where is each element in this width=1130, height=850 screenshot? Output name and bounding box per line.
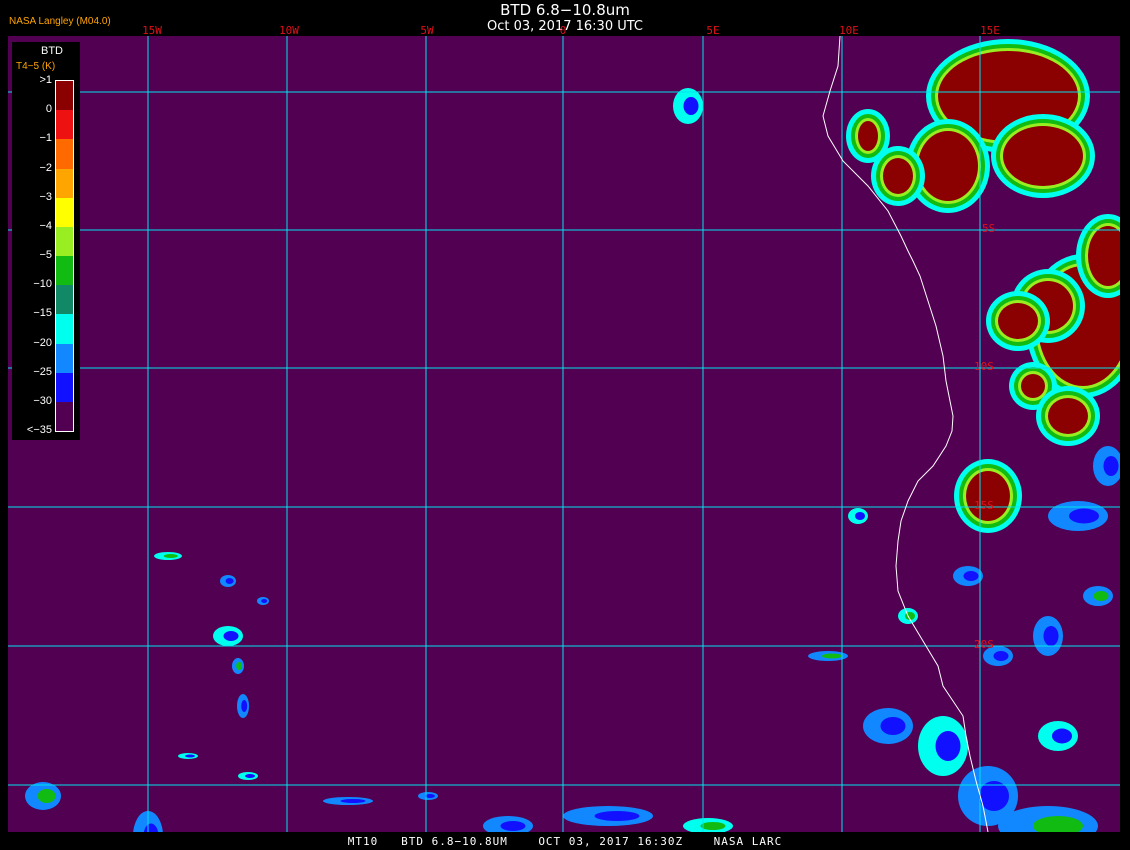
longitude-label: 10W xyxy=(279,24,299,37)
legend-color-swatch xyxy=(56,226,73,257)
cloud-blob xyxy=(236,662,243,670)
cloud-blob xyxy=(500,821,526,831)
cloud-blob xyxy=(1052,728,1072,744)
legend-color-swatch xyxy=(56,110,73,140)
cloud-blob xyxy=(594,811,640,821)
cloud-blob xyxy=(963,571,979,581)
image-title: BTD 6.8−10.8um xyxy=(500,1,630,19)
latitude-label: 20S xyxy=(974,638,994,651)
cloud-blob xyxy=(700,822,726,830)
legend-color-swatch xyxy=(56,285,73,315)
legend-tick-label: −30 xyxy=(33,394,52,407)
legend-tick-label: −15 xyxy=(33,307,52,320)
legend-color-swatch xyxy=(56,256,73,286)
cloud-blob xyxy=(880,717,906,735)
legend-color-swatch xyxy=(56,343,73,374)
cloud-blob xyxy=(1048,398,1088,434)
cloud-blob xyxy=(245,774,255,778)
latitude-label: 15S xyxy=(974,499,994,512)
cloud-blob xyxy=(1069,508,1099,524)
cloud-regions xyxy=(25,39,1120,832)
cloud-blob xyxy=(683,97,699,115)
legend-subtitle: T4−5 (K) xyxy=(16,61,56,72)
legend-color-swatch xyxy=(56,401,73,432)
cloud-blob xyxy=(37,789,56,803)
cloud-blob xyxy=(998,303,1038,339)
legend-tick-label: −1 xyxy=(39,132,52,145)
legend-tick-label: −10 xyxy=(33,278,52,291)
cloud-blob xyxy=(340,799,366,803)
legend-color-swatch xyxy=(56,197,73,228)
longitude-label: 5W xyxy=(420,24,434,37)
cloud-blob xyxy=(225,578,234,584)
legend-tick-label: −25 xyxy=(33,365,52,378)
legend-tick-label: >1 xyxy=(39,74,52,86)
legend-tick-label: −3 xyxy=(39,190,52,203)
cloud-blob xyxy=(1093,591,1109,601)
legend-title: BTD xyxy=(41,45,63,57)
longitude-label: 5E xyxy=(706,24,720,37)
cloud-blob xyxy=(241,700,248,712)
cloud-blob xyxy=(163,554,178,558)
latitude-label: 5S xyxy=(982,222,996,235)
legend-color-swatch xyxy=(56,314,73,344)
map-canvas xyxy=(8,36,1120,832)
longitude-label: 10E xyxy=(839,24,859,37)
legend-tick-label: −2 xyxy=(39,161,52,174)
cloud-blob xyxy=(918,131,978,201)
cloud-blob xyxy=(1021,374,1045,398)
cloud-blob xyxy=(858,121,878,151)
legend-tick-label: <−35 xyxy=(26,424,52,436)
legend-tick-label: −5 xyxy=(39,249,52,261)
cloud-blob xyxy=(993,651,1009,661)
latitude-label: 10S xyxy=(974,360,994,373)
satellite-map[interactable]: 5S 10S 15S 20S xyxy=(8,36,1120,832)
longitude-label: 15W xyxy=(142,24,162,37)
longitude-label: 15E xyxy=(980,24,1000,37)
cloud-blob xyxy=(1003,126,1083,186)
cloud-blob xyxy=(822,653,842,659)
cloud-blob xyxy=(261,599,268,603)
legend-color-swatch xyxy=(56,81,73,111)
longitude-label: 0 xyxy=(559,24,567,37)
legend-color-swatch xyxy=(56,372,73,403)
footer-bar: MT10 BTD 6.8−10.8UM OCT 03, 2017 16:30Z … xyxy=(0,832,1130,850)
legend-tick-label: 0 xyxy=(45,103,52,116)
footer-caption: MT10 BTD 6.8−10.8UM OCT 03, 2017 16:30Z … xyxy=(347,835,783,848)
legend-tick-label: −20 xyxy=(33,336,52,349)
legend-color-swatch xyxy=(56,168,73,199)
cloud-blob xyxy=(855,512,865,520)
cloud-blob xyxy=(1103,456,1119,476)
legend-color-swatch xyxy=(56,139,73,169)
cloud-blob xyxy=(935,731,961,761)
cloud-blob xyxy=(966,471,1010,521)
legend-tick-label: −4 xyxy=(39,219,52,232)
cloud-blob xyxy=(185,754,195,758)
cloud-blob xyxy=(223,631,239,641)
cloud-blob xyxy=(1043,626,1059,646)
color-legend: BTD T4−5 (K) >1 0 −1 −2 −3 −4 −5 −10 −15 −20 −25 −3… xyxy=(12,42,80,440)
cloud-blob xyxy=(883,158,913,194)
legend-colorbar xyxy=(55,80,74,432)
